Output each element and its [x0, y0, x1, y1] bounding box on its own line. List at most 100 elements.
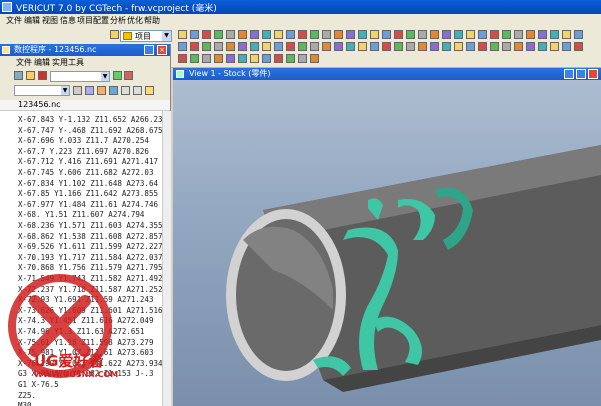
- menu-info[interactable]: 信息: [60, 15, 76, 26]
- toolbar-tool-icon[interactable]: [490, 30, 499, 39]
- toolbar-tool-icon[interactable]: [214, 54, 223, 63]
- toolbar-tool-icon[interactable]: [202, 30, 211, 39]
- toolbar-tool-icon[interactable]: [238, 42, 247, 51]
- view-minimize-icon[interactable]: [564, 69, 574, 79]
- toolbar-tool-icon[interactable]: [418, 30, 427, 39]
- toolbar-tool-icon[interactable]: [454, 30, 463, 39]
- toolbar-tool-icon[interactable]: [178, 42, 187, 51]
- toolbar-tool-icon[interactable]: [334, 42, 343, 51]
- toolbar-tool-icon[interactable]: [262, 42, 271, 51]
- toolbar-tool-icon[interactable]: [310, 30, 319, 39]
- toolbar-tool-icon[interactable]: [298, 42, 307, 51]
- toolbar-tool-icon[interactable]: [226, 42, 235, 51]
- toolbar-tool-icon[interactable]: [310, 54, 319, 63]
- toolbar-tool-icon[interactable]: [358, 42, 367, 51]
- toolbar-tool-icon[interactable]: [178, 30, 187, 39]
- next-icon[interactable]: [113, 71, 122, 80]
- list-icon[interactable]: [109, 86, 118, 95]
- toolbar-tool-icon[interactable]: [238, 54, 247, 63]
- find-icon[interactable]: [38, 71, 47, 80]
- toolbar-tool-icon[interactable]: [514, 42, 523, 51]
- toolbar-tool-icon[interactable]: [370, 42, 379, 51]
- toolbar-tool-icon[interactable]: [226, 54, 235, 63]
- toolbar-tool-icon[interactable]: [286, 30, 295, 39]
- toolbar-tool-icon[interactable]: [490, 42, 499, 51]
- nc-code-line[interactable]: X-68. Y1.51 Z11.607 A274.794: [18, 210, 144, 219]
- toolbar-tool-icon[interactable]: [286, 54, 295, 63]
- menu-project[interactable]: 项目: [77, 15, 93, 26]
- table-icon[interactable]: [133, 86, 142, 95]
- nc-code-line[interactable]: X-70.193 Y1.717 Z11.584 A272.037: [18, 253, 162, 262]
- close-icon[interactable]: ×: [157, 45, 167, 55]
- toolbar-tool-icon[interactable]: [406, 42, 415, 51]
- toolbar-tool-icon[interactable]: [334, 30, 343, 39]
- nc-menu-file[interactable]: 文件: [16, 57, 32, 68]
- toolbar-tool-icon[interactable]: [574, 42, 583, 51]
- toolbar-tool-icon[interactable]: [526, 30, 535, 39]
- project-combo[interactable]: 项目 ▼: [120, 30, 172, 42]
- toolbar-tool-icon[interactable]: [346, 30, 355, 39]
- toolbar-tool-icon[interactable]: [190, 54, 199, 63]
- nc-code-line[interactable]: X-67.977 Y1.484 Z11.61 A274.746: [18, 200, 158, 209]
- toolbar-tool-icon[interactable]: [550, 42, 559, 51]
- view-window[interactable]: View 1 - Stock (零件): [173, 68, 601, 406]
- toolbar-tool-icon[interactable]: [466, 30, 475, 39]
- toolbar-tool-icon[interactable]: [226, 30, 235, 39]
- save-icon[interactable]: [14, 71, 23, 80]
- prev-icon[interactable]: [124, 71, 133, 80]
- toolbar-tool-icon[interactable]: [250, 42, 259, 51]
- nc-code-line[interactable]: X-67.843 Y-1.132 Z11.652 A266.23: [18, 115, 162, 124]
- toolbar-tool-icon[interactable]: [322, 42, 331, 51]
- nc-code-line[interactable]: X-67.834 Y1.102 Z11.648 A273.64: [18, 179, 158, 188]
- toolbar-tool-icon[interactable]: [250, 30, 259, 39]
- toolbar-tool-icon[interactable]: [538, 42, 547, 51]
- nc-menu-edit[interactable]: 编辑: [34, 57, 50, 68]
- nc-code-line[interactable]: X-69.526 Y1.611 Z11.599 A272.227: [18, 242, 162, 251]
- toolbar-tool-icon[interactable]: [322, 30, 331, 39]
- toolbar-tool-icon[interactable]: [550, 30, 559, 39]
- toolbar-tool-icon[interactable]: [250, 54, 259, 63]
- menu-config[interactable]: 配置: [93, 15, 109, 26]
- toolbar-tool-icon[interactable]: [286, 42, 295, 51]
- nc-code-line[interactable]: X-67.745 Y.606 Z11.682 A272.03: [18, 168, 153, 177]
- toolbar-tool-icon[interactable]: [298, 30, 307, 39]
- toolbar-tool-icon[interactable]: [574, 30, 583, 39]
- nc-menu-utilities[interactable]: 实用工具: [52, 57, 84, 68]
- toolbar-tool-icon[interactable]: [562, 30, 571, 39]
- toolbar-tool-icon[interactable]: [346, 42, 355, 51]
- nc-code-line[interactable]: X-67.747 Y-.468 Z11.692 A268.675: [18, 126, 162, 135]
- toolbar-tool-icon[interactable]: [406, 30, 415, 39]
- toolbar-tool-icon[interactable]: [178, 54, 187, 63]
- toolbar-tool-icon[interactable]: [214, 42, 223, 51]
- toolbar-tool-icon[interactable]: [382, 30, 391, 39]
- menu-analysis[interactable]: 分析: [110, 15, 126, 26]
- toolbar-tool-icon[interactable]: [190, 42, 199, 51]
- nc-code-line[interactable]: X-67.696 Y.033 Z11.7 A270.254: [18, 136, 149, 145]
- nc-code-line[interactable]: X-68.236 Y1.571 Z11.603 A274.355: [18, 221, 162, 230]
- toolbar-tool-icon[interactable]: [262, 54, 271, 63]
- toolbar-tool-icon[interactable]: [238, 30, 247, 39]
- toolbar-tool-icon[interactable]: [298, 54, 307, 63]
- toolbar-tool-icon[interactable]: [382, 42, 391, 51]
- toolbar-tool-icon[interactable]: [538, 30, 547, 39]
- toolbar-tool-icon[interactable]: [478, 30, 487, 39]
- nc-search-combo[interactable]: ▼: [50, 71, 110, 82]
- toolbar-tool-icon[interactable]: [274, 30, 283, 39]
- nc-filter-combo[interactable]: ▼: [14, 85, 70, 96]
- toolbar-tool-icon[interactable]: [202, 42, 211, 51]
- menu-help[interactable]: 帮助: [144, 15, 160, 26]
- toolbar-tool-icon[interactable]: [502, 30, 511, 39]
- menu-edit[interactable]: 编辑: [24, 15, 40, 26]
- edit-icon[interactable]: [97, 86, 106, 95]
- toolbar-tool-icon[interactable]: [190, 30, 199, 39]
- grid-icon[interactable]: [121, 86, 130, 95]
- toolbar-tool-icon[interactable]: [418, 42, 427, 51]
- toolbar-tool-icon[interactable]: [394, 30, 403, 39]
- project-tree-icon[interactable]: [110, 30, 119, 39]
- nc-code-line[interactable]: X-67.7 Y.223 Z11.697 A270.826: [18, 147, 149, 156]
- nc-file-tab[interactable]: 123456.nc: [0, 100, 170, 111]
- menu-optimize[interactable]: 优化: [127, 15, 143, 26]
- toolbar-tool-icon[interactable]: [478, 42, 487, 51]
- toolbar-tool-icon[interactable]: [274, 54, 283, 63]
- lock-icon[interactable]: [145, 86, 154, 95]
